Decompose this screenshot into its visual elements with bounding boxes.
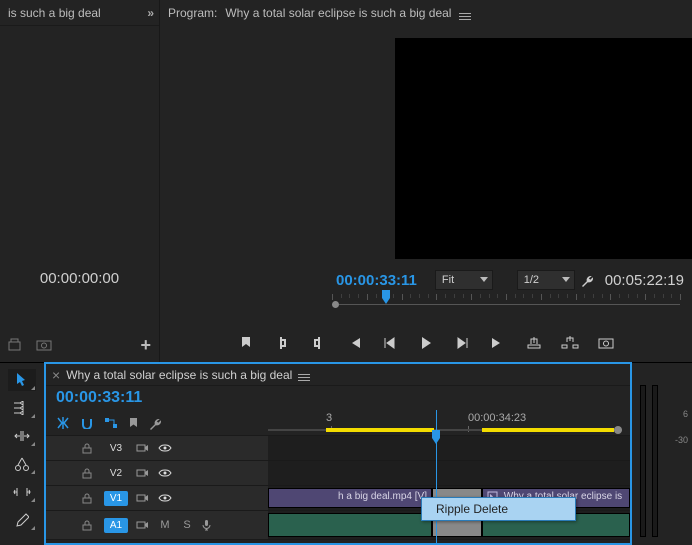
insert-sequence-icon[interactable] xyxy=(56,417,70,429)
program-title: Why a total solar eclipse is such a big … xyxy=(225,6,451,20)
program-current-timecode[interactable]: 00:00:33:11 xyxy=(336,272,417,289)
timeline-panel: × Why a total solar eclipse is such a bi… xyxy=(44,362,632,545)
eye-icon[interactable] xyxy=(158,444,172,452)
go-to-out-button[interactable] xyxy=(489,334,507,352)
track-select-tool[interactable] xyxy=(8,397,36,419)
voiceover-mic-icon[interactable] xyxy=(202,519,216,531)
ruler-label-1: 3 xyxy=(326,412,332,424)
panel-menu-icon[interactable] xyxy=(459,13,471,14)
sync-lock-icon[interactable] xyxy=(136,443,150,453)
track-label-a1[interactable]: A1 xyxy=(104,518,128,533)
snapshot-icon[interactable] xyxy=(36,339,52,351)
mark-out-button[interactable] xyxy=(309,334,327,352)
ruler-label-2: 00:00:34:23 xyxy=(468,412,526,424)
program-panel: Program: Why a total solar eclipse is su… xyxy=(160,0,692,362)
track-label-v3[interactable]: V3 xyxy=(104,441,128,456)
sync-lock-icon[interactable] xyxy=(136,520,150,530)
source-panel-header: is such a big deal » xyxy=(0,0,159,26)
eye-icon[interactable] xyxy=(158,494,172,502)
context-menu: Ripple Delete xyxy=(421,497,576,521)
zoom-fit-select[interactable]: Fit xyxy=(435,270,493,290)
track-head-v1[interactable]: V1 xyxy=(46,486,268,510)
eye-icon[interactable] xyxy=(158,469,172,477)
slip-tool[interactable] xyxy=(8,481,36,503)
lock-icon[interactable] xyxy=(82,520,96,531)
meter-label-3: -30 xyxy=(675,427,688,453)
lock-icon[interactable] xyxy=(82,493,96,504)
track-label-v2[interactable]: V2 xyxy=(104,466,128,481)
lock-icon[interactable] xyxy=(82,443,96,454)
sync-lock-icon[interactable] xyxy=(136,493,150,503)
clip-a1-left[interactable] xyxy=(268,513,432,537)
mark-in-button[interactable] xyxy=(273,334,291,352)
mute-icon[interactable]: M xyxy=(158,519,172,531)
track-head-a1[interactable]: A1 M S xyxy=(46,511,268,539)
audio-meters: 6 -30 xyxy=(632,362,692,545)
expand-icon[interactable]: » xyxy=(147,6,151,20)
track-label-v1[interactable]: V1 xyxy=(104,491,128,506)
program-header-prefix: Program: xyxy=(168,6,217,20)
chevron-down-icon xyxy=(562,277,570,282)
clip-v1-left[interactable]: h a big deal.mp4 [V] xyxy=(268,488,432,508)
scrubber-start-dot xyxy=(332,301,339,308)
pen-tool[interactable] xyxy=(8,509,36,531)
source-title-suffix: is such a big deal xyxy=(8,6,101,20)
marker-tool-icon[interactable] xyxy=(128,417,139,429)
track-head-v2[interactable]: V2 xyxy=(46,461,268,485)
sync-lock-icon[interactable] xyxy=(136,468,150,478)
step-back-button[interactable] xyxy=(381,334,399,352)
export-frame-button[interactable] xyxy=(597,334,615,352)
snap-icon[interactable] xyxy=(80,417,94,429)
add-button-icon[interactable]: + xyxy=(140,335,151,356)
timeline-settings-icon[interactable] xyxy=(149,416,163,430)
program-video-preview[interactable] xyxy=(395,38,692,259)
export-frame-icon[interactable] xyxy=(8,338,24,352)
chevron-down-icon xyxy=(480,277,488,282)
timeline-ruler[interactable]: 3 00:00:34:23 xyxy=(268,386,630,435)
timeline-timecode[interactable]: 00:00:33:11 xyxy=(56,389,142,407)
meter-label-1: 6 xyxy=(675,401,688,427)
add-marker-button[interactable] xyxy=(237,334,255,352)
link-selection-icon[interactable] xyxy=(104,417,118,429)
lift-button[interactable] xyxy=(525,334,543,352)
solo-icon[interactable]: S xyxy=(180,519,194,531)
timeline-close-icon[interactable]: × xyxy=(52,367,60,383)
selection-tool[interactable] xyxy=(8,369,36,391)
play-button[interactable] xyxy=(417,334,435,352)
timeline-zoombar[interactable] xyxy=(268,429,622,435)
resolution-select[interactable]: 1/2 xyxy=(517,270,575,290)
settings-wrench-icon[interactable] xyxy=(581,273,595,287)
program-scrubber[interactable] xyxy=(332,294,680,320)
track-v2: V2 xyxy=(46,461,630,486)
timeline-playhead[interactable] xyxy=(436,410,437,543)
context-menu-ripple-delete[interactable]: Ripple Delete xyxy=(422,498,575,520)
tool-palette xyxy=(0,362,44,545)
razor-tool[interactable] xyxy=(8,453,36,475)
scrubber-playhead[interactable] xyxy=(380,290,392,308)
timeline-title[interactable]: Why a total solar eclipse is such a big … xyxy=(66,368,292,382)
timeline-menu-icon[interactable] xyxy=(298,374,310,375)
source-panel: is such a big deal » 00:00:00:00 + xyxy=(0,0,160,362)
extract-button[interactable] xyxy=(561,334,579,352)
step-forward-button[interactable] xyxy=(453,334,471,352)
source-timecode[interactable]: 00:00:00:00 xyxy=(0,270,159,287)
lock-icon[interactable] xyxy=(82,468,96,479)
track-v3: V3 xyxy=(46,436,630,461)
program-total-timecode: 00:05:22:19 xyxy=(605,272,684,289)
go-to-in-button[interactable] xyxy=(345,334,363,352)
ripple-edit-tool[interactable] xyxy=(8,425,36,447)
track-head-v3[interactable]: V3 xyxy=(46,436,268,460)
